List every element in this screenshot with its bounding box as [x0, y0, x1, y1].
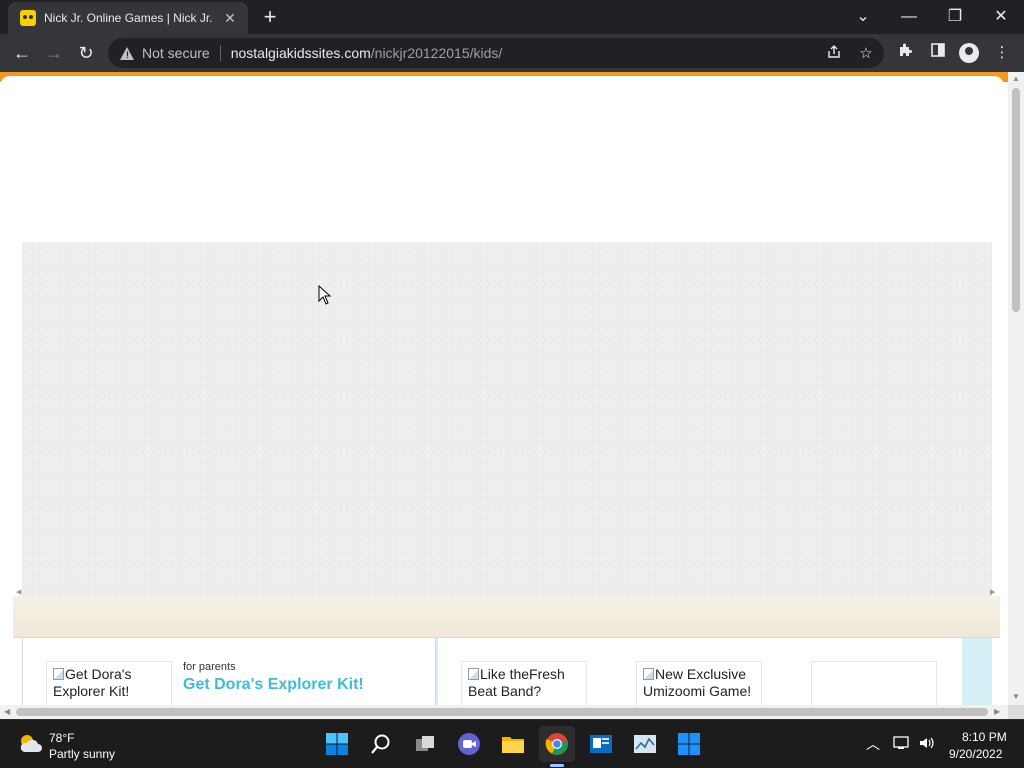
promo-section: Get Dora's Explorer Kit! for parents Get… — [22, 638, 992, 705]
browser-tab[interactable]: Nick Jr. Online Games | Nick Jr. V ✕ — [8, 2, 248, 34]
tab-search-button[interactable]: ⌄ — [840, 4, 886, 30]
show-hidden-icons-chevron-icon[interactable]: ︿ — [866, 734, 880, 754]
promo-image-dora-kit[interactable]: Get Dora's Explorer Kit! — [46, 661, 172, 705]
store-icon[interactable] — [675, 730, 703, 758]
reload-button[interactable]: ↻ — [73, 40, 99, 66]
menu-icon[interactable]: ⋮ — [991, 42, 1013, 64]
close-window-button[interactable]: ✕ — [978, 4, 1024, 30]
omnibox-divider — [219, 45, 221, 61]
windows-taskbar: 78°F Partly sunny ︿ 8:10 PM 9/20/2022 — [0, 719, 1024, 768]
clock-time[interactable]: 8:10 PM — [962, 730, 1007, 744]
new-tab-button[interactable]: + — [258, 6, 282, 28]
partly-sunny-icon[interactable] — [18, 732, 42, 756]
weather-description[interactable]: Partly sunny — [49, 747, 115, 761]
url-path[interactable]: /nickjr20122015/kids/ — [371, 45, 503, 61]
game-nav-bar — [13, 596, 1000, 638]
tab-close-icon[interactable]: ✕ — [222, 10, 238, 27]
bookmark-star-icon[interactable]: ☆ — [856, 44, 876, 62]
network-icon[interactable] — [893, 735, 911, 754]
carousel-left-arrow-icon[interactable]: ◀ — [16, 588, 21, 596]
weather-temperature[interactable]: 78°F — [49, 731, 74, 745]
browser-toolbar: ← → ↻ ! Not secure nostalgiakidssites.co… — [0, 34, 1024, 72]
image-alt-text: Get Dora's Explorer Kit! — [53, 666, 132, 699]
promo-kids-panel: Like theFresh Beat Band? New Exclusive U… — [438, 638, 962, 705]
news-icon[interactable] — [587, 730, 615, 758]
side-panel-icon[interactable] — [927, 42, 949, 64]
scrollbar-corner — [1008, 705, 1024, 719]
promo-image-fresh-beat[interactable]: Like theFresh Beat Band? — [461, 661, 587, 705]
carousel-right-arrow-icon[interactable]: ▶ — [990, 588, 995, 596]
promo-headline-link[interactable]: Get Dora's Explorer Kit! — [183, 676, 364, 694]
scroll-right-arrow-icon[interactable]: ▶ — [994, 707, 1000, 716]
search-icon[interactable] — [367, 730, 395, 758]
horizontal-scrollbar[interactable]: ◀ ▶ — [0, 705, 1008, 719]
broken-image-icon — [53, 668, 64, 680]
warning-icon[interactable]: ! — [120, 46, 134, 60]
active-app-indicator — [550, 764, 564, 767]
vertical-scrollbar[interactable]: ▲ ▼ — [1008, 72, 1024, 705]
start-icon[interactable] — [323, 730, 351, 758]
extensions-icon[interactable] — [895, 42, 917, 64]
clock-date[interactable]: 9/20/2022 — [949, 747, 1002, 761]
browser-titlebar: Nick Jr. Online Games | Nick Jr. V ✕ + ⌄… — [0, 0, 1024, 34]
nick-jr-favicon-icon — [20, 10, 36, 26]
back-button[interactable]: ← — [9, 40, 35, 66]
scroll-up-arrow-icon[interactable]: ▲ — [1012, 74, 1020, 83]
profile-icon[interactable] — [959, 43, 979, 63]
restore-button[interactable]: ❐ — [932, 4, 978, 30]
task-view-icon[interactable] — [411, 730, 439, 758]
promo-image-empty[interactable] — [811, 661, 937, 705]
broken-image-icon — [468, 668, 479, 680]
url-host[interactable]: nostalgiakidssites.com — [231, 45, 371, 61]
minimize-button[interactable]: — — [886, 4, 932, 30]
file-explorer-icon[interactable] — [499, 730, 527, 758]
promo-parents-panel: Get Dora's Explorer Kit! for parents Get… — [22, 638, 436, 705]
tab-title: Nick Jr. Online Games | Nick Jr. V — [44, 11, 216, 25]
image-alt-text: Like theFresh Beat Band? — [468, 666, 565, 699]
scroll-down-arrow-icon[interactable]: ▼ — [1012, 692, 1020, 701]
horizontal-scroll-thumb[interactable] — [16, 708, 988, 716]
chat-icon[interactable] — [455, 730, 483, 758]
share-icon[interactable] — [824, 44, 844, 64]
stocks-icon[interactable] — [631, 730, 659, 758]
image-alt-text: New Exclusive Umizoomi Game! — [643, 666, 752, 699]
vertical-scroll-thumb[interactable] — [1012, 88, 1020, 312]
page-viewport: ◀ ▶ Get Dora's Explorer Kit! for parents… — [0, 72, 1008, 705]
promo-image-umizoomi[interactable]: New Exclusive Umizoomi Game! — [636, 661, 762, 705]
forward-button[interactable]: → — [41, 40, 67, 66]
chrome-icon[interactable] — [539, 726, 575, 762]
security-label[interactable]: Not secure — [142, 45, 210, 61]
scroll-left-arrow-icon[interactable]: ◀ — [4, 707, 10, 716]
broken-image-icon — [643, 668, 654, 680]
promo-kicker: for parents — [183, 661, 236, 673]
address-bar[interactable]: ! Not secure nostalgiakidssites.com /nic… — [108, 38, 884, 68]
game-loading-area[interactable] — [22, 242, 992, 598]
volume-icon[interactable] — [918, 735, 936, 754]
